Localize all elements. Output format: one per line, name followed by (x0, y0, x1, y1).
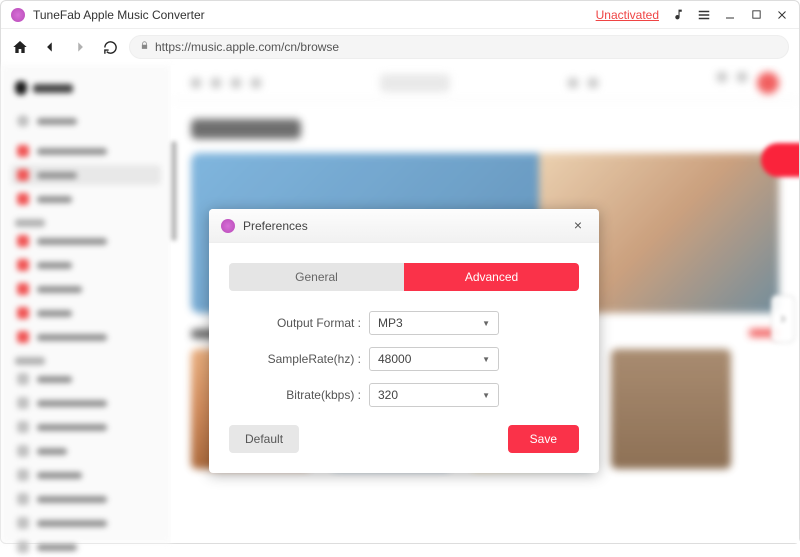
minimize-icon[interactable] (723, 8, 737, 22)
menu-icon[interactable] (697, 8, 711, 22)
tab-bar: General Advanced (229, 263, 579, 291)
url-text: https://music.apple.com/cn/browse (155, 40, 339, 54)
bitrate-label: Bitrate(kbps) : (229, 388, 369, 402)
sample-rate-label: SampleRate(hz) : (229, 352, 369, 366)
browser-toolbar: https://music.apple.com/cn/browse (1, 29, 799, 65)
chevron-down-icon: ▼ (482, 319, 490, 328)
url-bar[interactable]: https://music.apple.com/cn/browse (129, 35, 789, 59)
back-icon[interactable] (41, 38, 59, 56)
sidebar-scrollbar[interactable] (171, 141, 177, 241)
dialog-close-button[interactable]: × (569, 217, 587, 235)
chevron-down-icon: ▼ (482, 355, 490, 364)
output-format-select[interactable]: MP3 ▼ (369, 311, 499, 335)
app-title: TuneFab Apple Music Converter (33, 8, 205, 22)
forward-icon[interactable] (71, 38, 89, 56)
bitrate-value: 320 (378, 388, 398, 402)
sample-rate-select[interactable]: 48000 ▼ (369, 347, 499, 371)
dialog-title: Preferences (243, 219, 308, 233)
carousel-next-icon[interactable]: › (771, 295, 795, 343)
refresh-icon[interactable] (101, 38, 119, 56)
app-logo-icon (11, 8, 25, 22)
close-icon[interactable] (775, 8, 789, 22)
maximize-icon[interactable] (749, 8, 763, 22)
save-button[interactable]: Save (508, 425, 579, 453)
dialog-logo-icon (221, 219, 235, 233)
tab-general[interactable]: General (229, 263, 404, 291)
floating-action-button[interactable] (761, 143, 799, 177)
unactivated-link[interactable]: Unactivated (596, 8, 659, 22)
sidebar (1, 65, 171, 543)
lock-icon (140, 41, 149, 53)
dialog-header: Preferences × (209, 209, 599, 243)
bitrate-select[interactable]: 320 ▼ (369, 383, 499, 407)
preferences-dialog: Preferences × General Advanced Output Fo… (209, 209, 599, 473)
chevron-down-icon: ▼ (482, 391, 490, 400)
home-icon[interactable] (11, 38, 29, 56)
tab-advanced[interactable]: Advanced (404, 263, 579, 291)
titlebar: TuneFab Apple Music Converter Unactivate… (1, 1, 799, 29)
default-button[interactable]: Default (229, 425, 299, 453)
music-note-icon[interactable] (671, 8, 685, 22)
output-format-value: MP3 (378, 316, 403, 330)
output-format-label: Output Format : (229, 316, 369, 330)
sample-rate-value: 48000 (378, 352, 411, 366)
